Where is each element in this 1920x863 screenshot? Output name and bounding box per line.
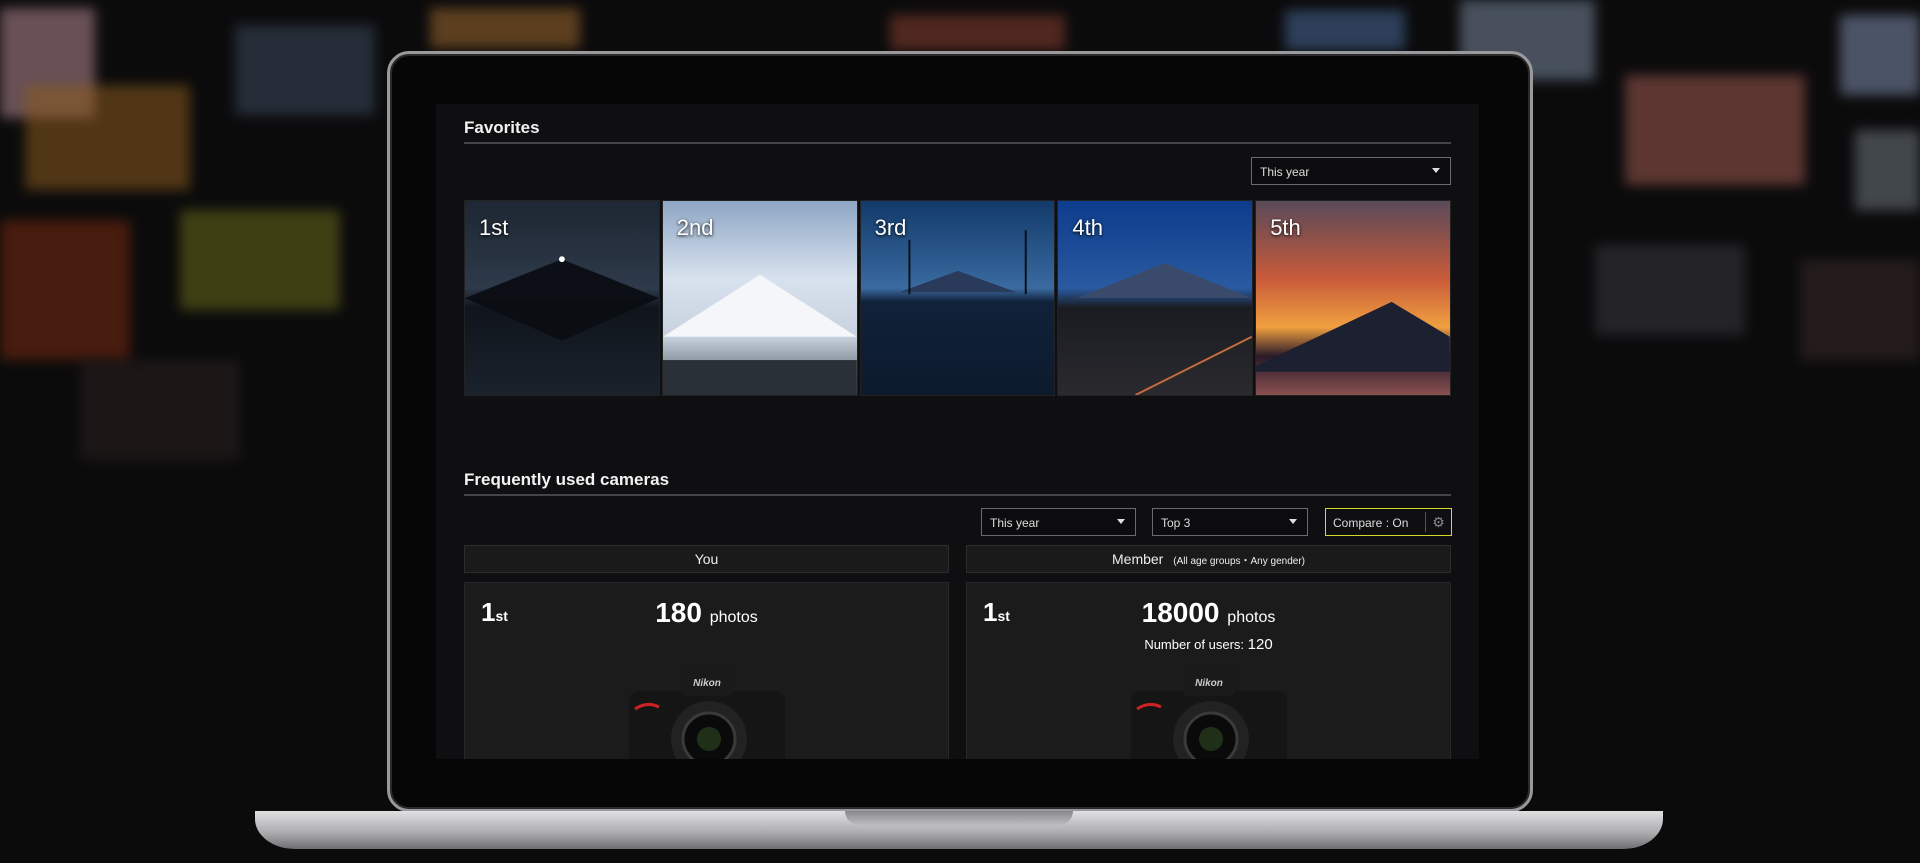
divider <box>464 494 1451 496</box>
member-filter: (All age groups・Any gender) <box>1173 556 1305 567</box>
select-value: Top 3 <box>1161 516 1191 530</box>
caret-down-icon <box>1432 168 1440 173</box>
user-count: Number of users: 120 <box>1144 636 1273 653</box>
rank-label: 1st <box>479 215 509 240</box>
app-screen: Favorites This year 1st 2nd 3rd 4th 5th … <box>436 104 1479 759</box>
rank-label: 5th <box>1270 215 1301 240</box>
svg-text:Nikon: Nikon <box>693 678 721 689</box>
camera-image: Nikon <box>629 666 785 759</box>
photo-count: 18000 photos <box>1141 597 1276 628</box>
member-camera-card[interactable]: 1st 18000 photos Number of users: 120 Ni… <box>966 582 1451 759</box>
svg-text:Nikon: Nikon <box>1195 678 1223 689</box>
compare-toggle[interactable]: Compare : On ⚙ <box>1325 508 1452 536</box>
rank-label: 4th <box>1072 215 1103 240</box>
rank-label: 2nd <box>676 215 714 240</box>
laptop-notch <box>845 811 1073 825</box>
favorite-photo-2[interactable]: 2nd <box>661 200 858 396</box>
you-camera-card[interactable]: 1st 180 photos Nikon <box>464 582 949 759</box>
favorites-title: Favorites <box>464 118 540 137</box>
you-column-header: You <box>464 545 949 573</box>
top-count-select[interactable]: Top 3 <box>1152 508 1308 536</box>
divider <box>464 142 1451 144</box>
select-value: This year <box>1260 165 1310 179</box>
favorite-photo-5[interactable]: 5th <box>1255 200 1451 396</box>
gear-icon[interactable]: ⚙ <box>1425 512 1451 532</box>
favorite-photo-1[interactable]: 1st <box>464 200 660 396</box>
cameras-title: Frequently used cameras <box>464 470 670 489</box>
photo-count: 180 photos <box>655 597 758 628</box>
member-column-header: Member (All age groups・Any gender) <box>966 545 1451 573</box>
caret-down-icon <box>1289 519 1297 524</box>
camera-image: Nikon <box>1131 666 1287 759</box>
favorite-photo-4[interactable]: 4th <box>1057 200 1254 396</box>
rank-label: 3rd <box>874 215 907 240</box>
compare-label: Compare : On <box>1333 516 1409 530</box>
favorites-gallery: 1st 2nd 3rd 4th 5th <box>464 200 1451 396</box>
member-label: Member <box>1112 551 1164 567</box>
select-value: This year <box>990 516 1040 530</box>
favorite-photo-3[interactable]: 3rd <box>859 200 1056 396</box>
caret-down-icon <box>1117 519 1125 524</box>
cameras-period-select[interactable]: This year <box>981 508 1136 536</box>
favorites-period-select[interactable]: This year <box>1251 157 1451 185</box>
